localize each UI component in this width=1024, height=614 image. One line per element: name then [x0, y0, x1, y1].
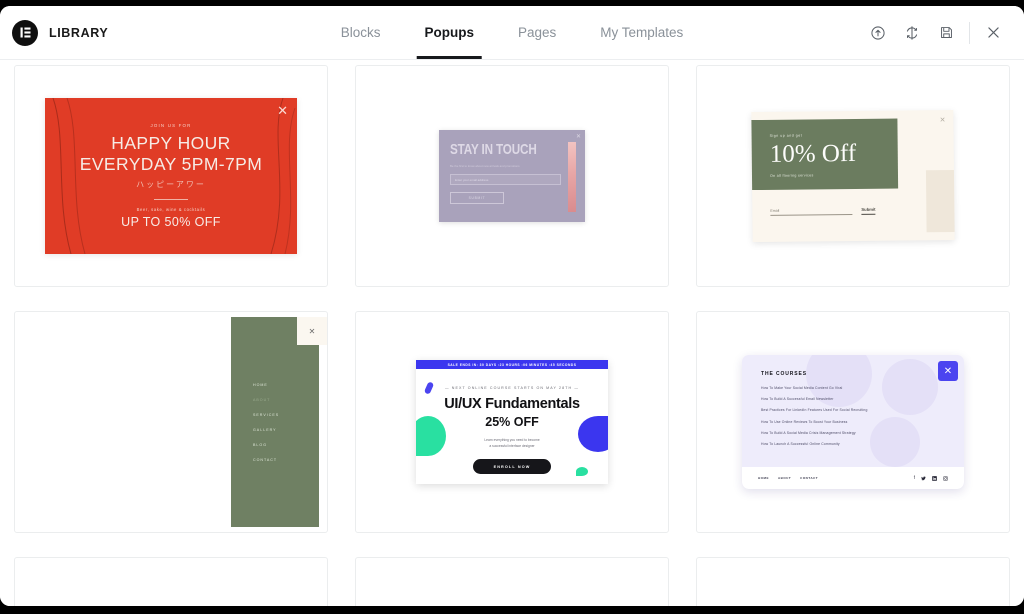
footer-nav: HOME ABOUT CONTACT: [758, 476, 818, 480]
side-menu-popup: ✕ HOME ABOUT SERVICES GALLERY BLOG CONTA…: [231, 317, 327, 527]
template-card-placeholder[interactable]: [14, 557, 328, 606]
the-courses-popup: ✕ THE COURSES How To Make Your Social Me…: [742, 355, 964, 489]
uiux-course-popup: SALE ENDS IN: 30 DAYS :23 HOURS :06 MINU…: [416, 360, 608, 484]
close-icon[interactable]: ✕: [297, 317, 327, 345]
header-divider: [969, 21, 970, 44]
menu-item-blog[interactable]: BLOG: [253, 443, 319, 447]
template-card-ten-percent-off[interactable]: ✕ Sign up and get 10% Off On all floorin…: [696, 65, 1010, 287]
elementor-library-modal: LIBRARY Blocks Popups Pages My Templates: [0, 6, 1024, 606]
description-line-2: a successful interface designer: [489, 443, 535, 448]
decoration-blob-3: [578, 416, 608, 452]
submit-button[interactable]: Submit: [861, 206, 876, 215]
decoration-blob-2: [416, 416, 446, 456]
tab-blocks[interactable]: Blocks: [319, 6, 403, 59]
kicker-text: — NEXT ONLINE COURSE STARTS ON MAY 28TH …: [444, 386, 580, 390]
happy-hour-popup: ✕ JOIN US FOR HAPPY HOUR EVERYDAY 5PM-7P…: [45, 98, 297, 254]
email-field[interactable]: Enter your email address: [450, 174, 562, 186]
tab-pages[interactable]: Pages: [496, 6, 578, 59]
template-preview: ✕ JOIN US FOR HAPPY HOUR EVERYDAY 5PM-7P…: [15, 66, 327, 286]
facebook-icon[interactable]: f: [914, 475, 915, 481]
page-title: LIBRARY: [49, 25, 109, 40]
library-tabs: Blocks Popups Pages My Templates: [319, 6, 706, 59]
menu-item-about[interactable]: ABOUT: [253, 398, 319, 402]
footer-link-contact[interactable]: CONTACT: [800, 476, 818, 480]
template-card-the-courses[interactable]: ✕ THE COURSES How To Make Your Social Me…: [696, 311, 1010, 533]
save-icon[interactable]: [929, 16, 963, 50]
kicker-text: Sign up and get: [769, 133, 803, 138]
menu-item-contact[interactable]: CONTACT: [253, 458, 319, 462]
template-card-uiux-course[interactable]: SALE ENDS IN: 30 DAYS :23 HOURS :06 MINU…: [355, 311, 669, 533]
tab-my-templates[interactable]: My Templates: [578, 6, 705, 59]
ten-percent-off-popup: ✕ Sign up and get 10% Off On all floorin…: [751, 109, 955, 243]
headline: THE COURSES: [761, 371, 808, 377]
header-actions: [861, 16, 1010, 50]
stay-in-touch-popup: ✕ STAY IN TOUCH Be the first to know abo…: [439, 130, 585, 222]
email-field[interactable]: Email: [770, 208, 853, 216]
template-preview: SALE ENDS IN: 30 DAYS :23 HOURS :06 MINU…: [356, 312, 668, 532]
subtitle-text: On all flooring services: [769, 173, 814, 178]
countdown-banner: SALE ENDS IN: 30 DAYS :23 HOURS :06 MINU…: [416, 360, 608, 369]
decoration-blob-1: [423, 381, 435, 395]
list-item[interactable]: How To Make Your Social Media Content Go…: [761, 386, 964, 390]
template-preview: ✕ Sign up and get 10% Off On all floorin…: [697, 66, 1009, 286]
close-icon[interactable]: ✕: [576, 133, 581, 140]
course-list: How To Make Your Social Media Content Go…: [761, 386, 964, 446]
description: Be the first to know about new arrivals …: [450, 164, 520, 168]
green-panel: Sign up and get 10% Off On all flooring …: [751, 118, 899, 191]
tan-panel: [925, 169, 955, 233]
list-item[interactable]: How To Use Online Reviews To Boost Your …: [761, 420, 964, 424]
form-column: STAY IN TOUCH Be the first to know about…: [450, 141, 562, 212]
close-icon[interactable]: ✕: [277, 104, 288, 117]
template-card-stay-in-touch[interactable]: ✕ STAY IN TOUCH Be the first to know abo…: [355, 65, 669, 287]
headline: UI/UX Fundamentals: [444, 396, 580, 412]
tab-popups[interactable]: Popups: [402, 6, 496, 59]
footer-link-about[interactable]: ABOUT: [778, 476, 791, 480]
swirl-decoration-icon: [52, 98, 296, 254]
template-card-placeholder[interactable]: [355, 557, 669, 606]
close-icon[interactable]: ✕: [940, 116, 946, 124]
menu-item-gallery[interactable]: GALLERY: [253, 428, 319, 432]
social-links: f: [914, 475, 948, 481]
template-card-side-menu[interactable]: ✕ HOME ABOUT SERVICES GALLERY BLOG CONTA…: [14, 311, 328, 533]
enroll-now-button[interactable]: ENROLL NOW: [473, 459, 551, 475]
submit-button[interactable]: SUBMIT: [450, 192, 504, 205]
template-preview: ✕ STAY IN TOUCH Be the first to know abo…: [356, 66, 668, 286]
upload-circle-icon[interactable]: [861, 16, 895, 50]
headline: 10% Off: [769, 139, 857, 168]
brand: LIBRARY: [12, 19, 109, 46]
menu-item-home[interactable]: HOME: [253, 383, 319, 387]
close-icon[interactable]: [976, 16, 1010, 50]
list-item[interactable]: How To Build A Social Media Crisis Manag…: [761, 431, 964, 435]
menu-item-services[interactable]: SERVICES: [253, 413, 319, 417]
elementor-logo-icon: [12, 19, 38, 46]
subtitle-text: 25% OFF: [485, 415, 539, 429]
template-card-placeholder[interactable]: [696, 557, 1010, 606]
template-preview: ✕ THE COURSES How To Make Your Social Me…: [697, 312, 1009, 532]
sync-icon[interactable]: [895, 16, 929, 50]
description-line-1: Learn everything you need to become: [484, 438, 540, 442]
instagram-icon[interactable]: [943, 475, 948, 481]
decoration-blob-4: [576, 467, 588, 476]
template-grid-scroll[interactable]: ✕ JOIN US FOR HAPPY HOUR EVERYDAY 5PM-7P…: [0, 60, 1024, 606]
template-grid: ✕ JOIN US FOR HAPPY HOUR EVERYDAY 5PM-7P…: [14, 60, 1010, 606]
list-item[interactable]: Best Practices For LinkedIn Features Use…: [761, 408, 964, 412]
description: Learn everything you need to become a su…: [484, 438, 539, 449]
hero-image: [568, 142, 576, 212]
library-header: LIBRARY Blocks Popups Pages My Templates: [0, 6, 1024, 60]
linkedin-icon[interactable]: [932, 475, 937, 481]
headline: STAY IN TOUCH: [450, 141, 537, 158]
list-item[interactable]: How To Launch A Successful Online Commun…: [761, 442, 964, 446]
template-card-happy-hour[interactable]: ✕ JOIN US FOR HAPPY HOUR EVERYDAY 5PM-7P…: [14, 65, 328, 287]
twitter-icon[interactable]: [921, 476, 926, 481]
signup-form: Email Submit: [770, 206, 876, 216]
footer-link-home[interactable]: HOME: [758, 476, 769, 480]
popup-footer: HOME ABOUT CONTACT f: [742, 467, 964, 489]
list-item[interactable]: How To Build A Successful Email Newslett…: [761, 397, 964, 401]
